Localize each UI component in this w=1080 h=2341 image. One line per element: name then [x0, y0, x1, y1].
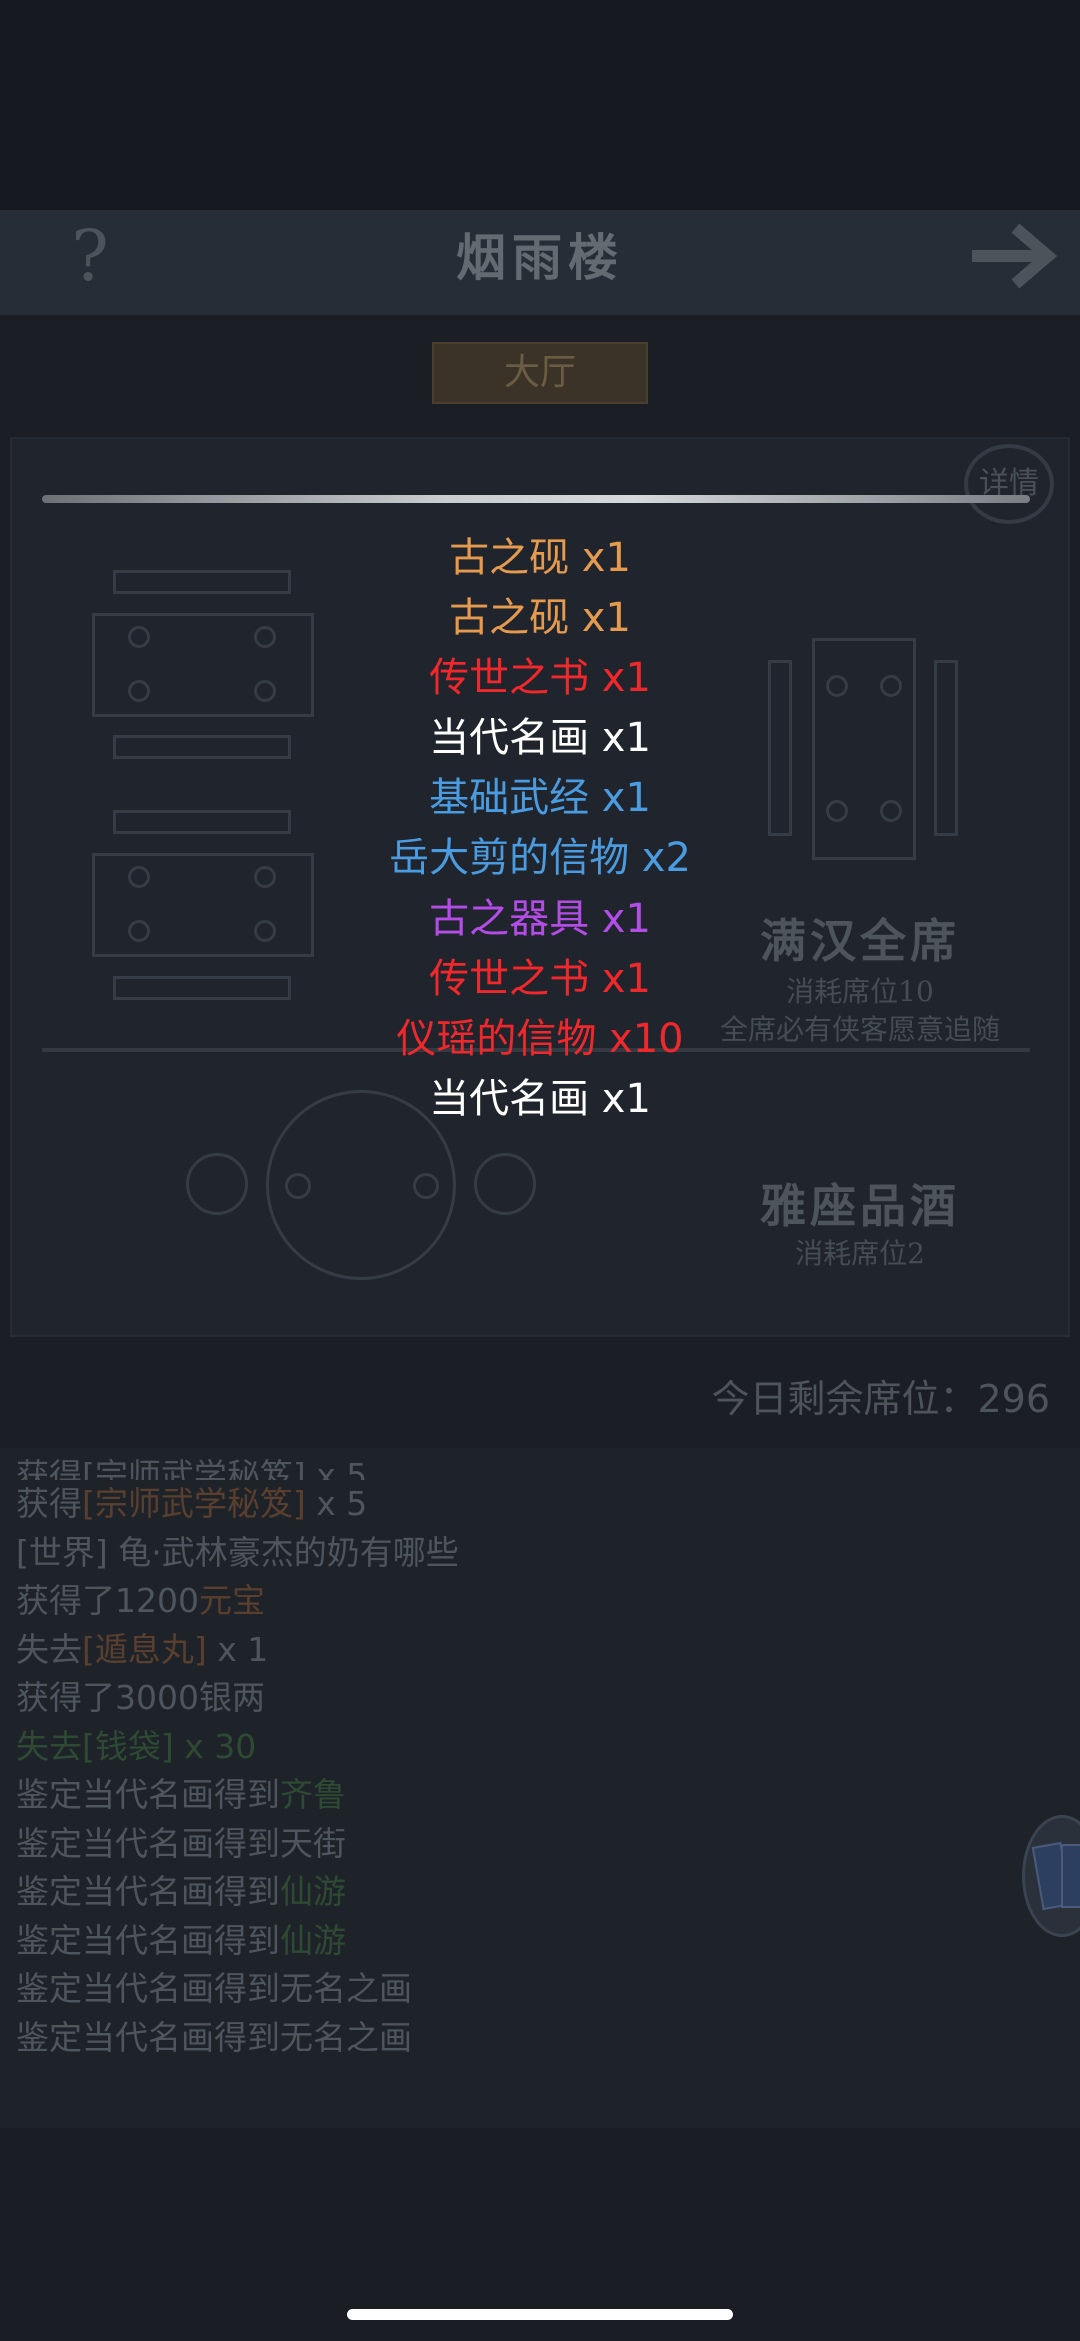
log-text: 获得[宗师武学秘笈] x 5: [16, 1456, 368, 1480]
seat-dot: [413, 1173, 439, 1199]
log-line: 失去[遁息丸] x 1: [16, 1626, 1016, 1675]
log-line: [世界] 龟·武林豪杰的奶有哪些: [16, 1529, 1016, 1578]
log-line: 鉴定当代名画得到无名之画: [16, 1965, 1016, 2014]
feast-wine-cost: 消耗席位2: [795, 1237, 925, 1270]
reward-name: 岳大剪的信物: [389, 835, 630, 882]
page-title: 烟雨楼: [456, 228, 624, 287]
log-line: 获得了1200元宝: [16, 1577, 1016, 1626]
reward-name: 古之器具: [429, 895, 590, 942]
reward-name: 古之砚: [449, 595, 570, 642]
status-bar-area: [0, 0, 1080, 210]
reward-qty: x2: [629, 835, 691, 882]
seat-dot: [285, 1173, 311, 1199]
reward-name: 当代名画: [429, 1075, 590, 1122]
seats-remaining: 今日剩余席位：296: [711, 1377, 1050, 1421]
reward-qty: x10: [596, 1015, 684, 1062]
log-text: 鉴定当代名画得到无名之画: [16, 1969, 412, 2008]
log-text: [遁息丸]: [82, 1629, 207, 1669]
log-line: 鉴定当代名画得到无名之画: [16, 2014, 1016, 2063]
reward-name: 古之砚: [449, 535, 570, 581]
log-line: 获得[宗师武学秘笈] x 5: [16, 1480, 1016, 1529]
reward-qty: x1: [589, 775, 651, 822]
log-text: 获得: [16, 1484, 82, 1523]
reward-item: 古之砚 x1: [0, 588, 1080, 648]
reward-name: 传世之书: [429, 655, 590, 702]
log-text: 仙游: [280, 1872, 346, 1911]
log-line: 失去[钱袋] x 30: [16, 1723, 1016, 1772]
log-text: x 5: [305, 1484, 368, 1523]
log-text: 元宝: [198, 1581, 265, 1620]
log-text: 鉴定当代名画得到: [16, 1920, 280, 1960]
detail-button[interactable]: 详情: [964, 444, 1054, 524]
log-text: [世界] 龟·武林豪杰的奶有哪些: [16, 1532, 459, 1572]
reward-item: 当代名画 x1: [0, 708, 1080, 768]
log-line: 鉴定当代名画得到天街: [16, 1820, 1016, 1869]
log-line: 鉴定当代名画得到齐鲁: [16, 1771, 1016, 1820]
log-text: 鉴定当代名画得到: [16, 1872, 280, 1911]
reward-qty: x1: [569, 535, 631, 581]
reward-item: 传世之书 x1: [0, 648, 1080, 708]
arrow-right-icon[interactable]: [972, 218, 1062, 294]
log-text: 失去: [16, 1629, 82, 1669]
log-text: x 30: [173, 1726, 257, 1766]
reward-item: 仪瑶的信物 x10: [0, 1009, 1080, 1069]
reward-item: 基础武经 x1: [0, 768, 1080, 828]
reward-qty: x1: [589, 655, 651, 702]
log-text: 获得了1200: [16, 1581, 199, 1620]
reward-item: 古之砚 x1: [0, 528, 1080, 588]
feast-wine-title[interactable]: 雅座品酒: [690, 1170, 1030, 1236]
reward-qty: x1: [569, 595, 631, 642]
log-text: 齐鲁: [280, 1775, 346, 1814]
reward-qty: x1: [589, 1075, 651, 1122]
reward-name: 传世之书: [429, 955, 590, 1002]
stool-outline: [474, 1153, 536, 1215]
divider-top: [42, 495, 1030, 503]
tab-hall[interactable]: 大厅: [432, 342, 648, 404]
log-line: 获得了3000银两: [16, 1674, 1016, 1723]
log-text: [钱袋]: [82, 1726, 174, 1766]
log-line: 鉴定当代名画得到仙游: [16, 1917, 1016, 1966]
log-text: 鉴定当代名画得到无名之画: [16, 2017, 412, 2057]
reward-qty: x1: [589, 715, 651, 762]
log-line: 获得[宗师武学秘笈] x 5: [16, 1452, 1016, 1480]
reward-qty: x1: [589, 895, 651, 942]
reward-item: 当代名画 x1: [0, 1069, 1080, 1129]
card-shape: [1061, 1844, 1080, 1908]
log-text: x 1: [206, 1629, 269, 1669]
log-text: 失去: [16, 1726, 82, 1766]
log-text: 获得了3000银两: [16, 1678, 265, 1717]
reward-qty: x1: [589, 955, 651, 1002]
rewards-list: 古之砚 x1 古之砚 x1 传世之书 x1 当代名画 x1 基础武经 x1 岳大剪的信物 …: [0, 528, 1080, 1129]
log-text: 鉴定当代名画得到: [16, 1775, 280, 1814]
home-indicator[interactable]: [347, 2309, 733, 2320]
reward-name: 基础武经: [429, 775, 590, 822]
chat-log[interactable]: 获得[宗师武学秘笈] x 5 获得[宗师武学秘笈] x 5 [世界] 龟·武林豪杰的…: [16, 1456, 1016, 2063]
log-text: [宗师武学秘笈]: [82, 1484, 306, 1523]
log-text: 鉴定当代名画得到天街: [16, 1823, 346, 1863]
stool-outline: [186, 1153, 248, 1215]
reward-item: 传世之书 x1: [0, 949, 1080, 1009]
reward-item: 古之器具 x1: [0, 889, 1080, 949]
reward-item: 岳大剪的信物 x2: [0, 828, 1080, 888]
log-text: 仙游: [280, 1920, 346, 1960]
log-line: 鉴定当代名画得到仙游: [16, 1868, 1016, 1917]
reward-name: 当代名画: [429, 715, 590, 762]
reward-name: 仪瑶的信物: [396, 1015, 597, 1062]
